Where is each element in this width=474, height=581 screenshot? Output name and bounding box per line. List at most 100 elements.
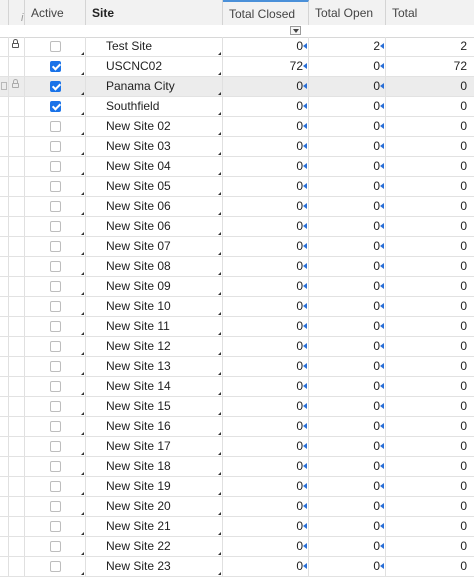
total-open-cell[interactable]: 0 [309, 297, 386, 316]
total-closed-cell[interactable]: 0 [223, 37, 309, 56]
row-gutter[interactable] [0, 217, 9, 236]
table-row[interactable]: New Site 22 0 0 0 [0, 537, 474, 557]
active-checkbox[interactable] [50, 261, 61, 272]
row-gutter[interactable] [0, 557, 9, 576]
row-gutter[interactable] [0, 517, 9, 536]
filter-dropdown-icon[interactable] [290, 26, 301, 35]
total-open-cell[interactable]: 0 [309, 377, 386, 396]
total-closed-cell[interactable]: 0 [223, 257, 309, 276]
row-gutter[interactable] [0, 57, 9, 76]
active-checkbox[interactable] [50, 241, 61, 252]
active-checkbox[interactable] [50, 521, 61, 532]
total-closed-cell[interactable]: 0 [223, 237, 309, 256]
site-cell[interactable]: New Site 22 [86, 537, 223, 556]
total-closed-cell[interactable]: 0 [223, 297, 309, 316]
site-cell[interactable]: New Site 06 [86, 197, 223, 216]
active-checkbox[interactable] [50, 541, 61, 552]
total-closed-cell[interactable]: 0 [223, 77, 309, 96]
total-closed-cell[interactable]: 0 [223, 117, 309, 136]
total-cell[interactable]: 0 [386, 257, 474, 276]
total-closed-cell[interactable]: 72 [223, 57, 309, 76]
row-gutter[interactable] [0, 297, 9, 316]
total-cell[interactable]: 0 [386, 237, 474, 256]
header-total-closed[interactable]: Total Closed [223, 0, 309, 25]
total-closed-cell[interactable]: 0 [223, 177, 309, 196]
table-row[interactable]: New Site 19 0 0 0 [0, 477, 474, 497]
active-checkbox[interactable] [50, 321, 61, 332]
row-gutter[interactable] [0, 177, 9, 196]
table-row[interactable]: New Site 05 0 0 0 [0, 177, 474, 197]
total-cell[interactable]: 0 [386, 297, 474, 316]
table-row[interactable]: New Site 17 0 0 0 [0, 437, 474, 457]
site-cell[interactable]: New Site 06 [86, 217, 223, 236]
site-cell[interactable]: New Site 18 [86, 457, 223, 476]
total-open-cell[interactable]: 0 [309, 517, 386, 536]
table-row[interactable]: New Site 21 0 0 0 [0, 517, 474, 537]
total-cell[interactable]: 0 [386, 557, 474, 576]
total-open-cell[interactable]: 0 [309, 357, 386, 376]
row-gutter[interactable] [0, 197, 9, 216]
total-closed-cell[interactable]: 0 [223, 137, 309, 156]
table-row[interactable]: New Site 04 0 0 0 [0, 157, 474, 177]
total-cell[interactable]: 0 [386, 197, 474, 216]
table-row[interactable]: New Site 06 0 0 0 [0, 217, 474, 237]
total-cell[interactable]: 0 [386, 137, 474, 156]
total-cell[interactable]: 0 [386, 357, 474, 376]
table-row[interactable]: New Site 08 0 0 0 [0, 257, 474, 277]
row-gutter[interactable] [0, 377, 9, 396]
total-cell[interactable]: 0 [386, 517, 474, 536]
total-closed-cell[interactable]: 0 [223, 417, 309, 436]
header-info[interactable]: i [9, 0, 25, 25]
site-cell[interactable]: New Site 13 [86, 357, 223, 376]
active-checkbox[interactable] [50, 501, 61, 512]
total-open-cell[interactable]: 0 [309, 477, 386, 496]
total-open-cell[interactable]: 0 [309, 277, 386, 296]
row-gutter[interactable] [0, 277, 9, 296]
row-gutter[interactable] [0, 137, 9, 156]
row-gutter[interactable] [0, 237, 9, 256]
total-cell[interactable]: 0 [386, 277, 474, 296]
total-open-cell[interactable]: 0 [309, 457, 386, 476]
total-open-cell[interactable]: 0 [309, 417, 386, 436]
total-open-cell[interactable]: 0 [309, 257, 386, 276]
total-closed-cell[interactable]: 0 [223, 557, 309, 576]
table-row[interactable]: New Site 18 0 0 0 [0, 457, 474, 477]
total-closed-cell[interactable]: 0 [223, 477, 309, 496]
site-cell[interactable]: New Site 19 [86, 477, 223, 496]
row-gutter[interactable] [0, 397, 9, 416]
site-cell[interactable]: Test Site [86, 37, 223, 56]
total-open-cell[interactable]: 0 [309, 77, 386, 96]
site-cell[interactable]: New Site 16 [86, 417, 223, 436]
active-checkbox[interactable] [50, 281, 61, 292]
table-row[interactable]: New Site 03 0 0 0 [0, 137, 474, 157]
table-row[interactable]: New Site 14 0 0 0 [0, 377, 474, 397]
row-gutter[interactable] [0, 477, 9, 496]
site-cell[interactable]: New Site 10 [86, 297, 223, 316]
total-cell[interactable]: 0 [386, 117, 474, 136]
table-row[interactable]: New Site 11 0 0 0 [0, 317, 474, 337]
header-active[interactable]: Active [25, 0, 86, 25]
active-checkbox[interactable] [50, 221, 61, 232]
site-cell[interactable]: New Site 23 [86, 557, 223, 576]
total-open-cell[interactable]: 0 [309, 537, 386, 556]
active-checkbox[interactable] [50, 441, 61, 452]
total-closed-cell[interactable]: 0 [223, 197, 309, 216]
total-closed-cell[interactable]: 0 [223, 157, 309, 176]
total-closed-cell[interactable]: 0 [223, 517, 309, 536]
total-open-cell[interactable]: 0 [309, 137, 386, 156]
row-gutter[interactable] [0, 317, 9, 336]
total-open-cell[interactable]: 0 [309, 237, 386, 256]
site-cell[interactable]: New Site 09 [86, 277, 223, 296]
active-checkbox[interactable] [50, 301, 61, 312]
total-cell[interactable]: 0 [386, 457, 474, 476]
table-row[interactable]: New Site 07 0 0 0 [0, 237, 474, 257]
site-cell[interactable]: New Site 05 [86, 177, 223, 196]
total-open-cell[interactable]: 0 [309, 157, 386, 176]
row-gutter[interactable] [0, 537, 9, 556]
header-total-open[interactable]: Total Open [309, 0, 386, 25]
site-cell[interactable]: New Site 12 [86, 337, 223, 356]
table-row[interactable]: New Site 12 0 0 0 [0, 337, 474, 357]
table-row[interactable]: Test Site 0 2 2 [0, 37, 474, 57]
total-open-cell[interactable]: 0 [309, 397, 386, 416]
table-row[interactable]: New Site 16 0 0 0 [0, 417, 474, 437]
